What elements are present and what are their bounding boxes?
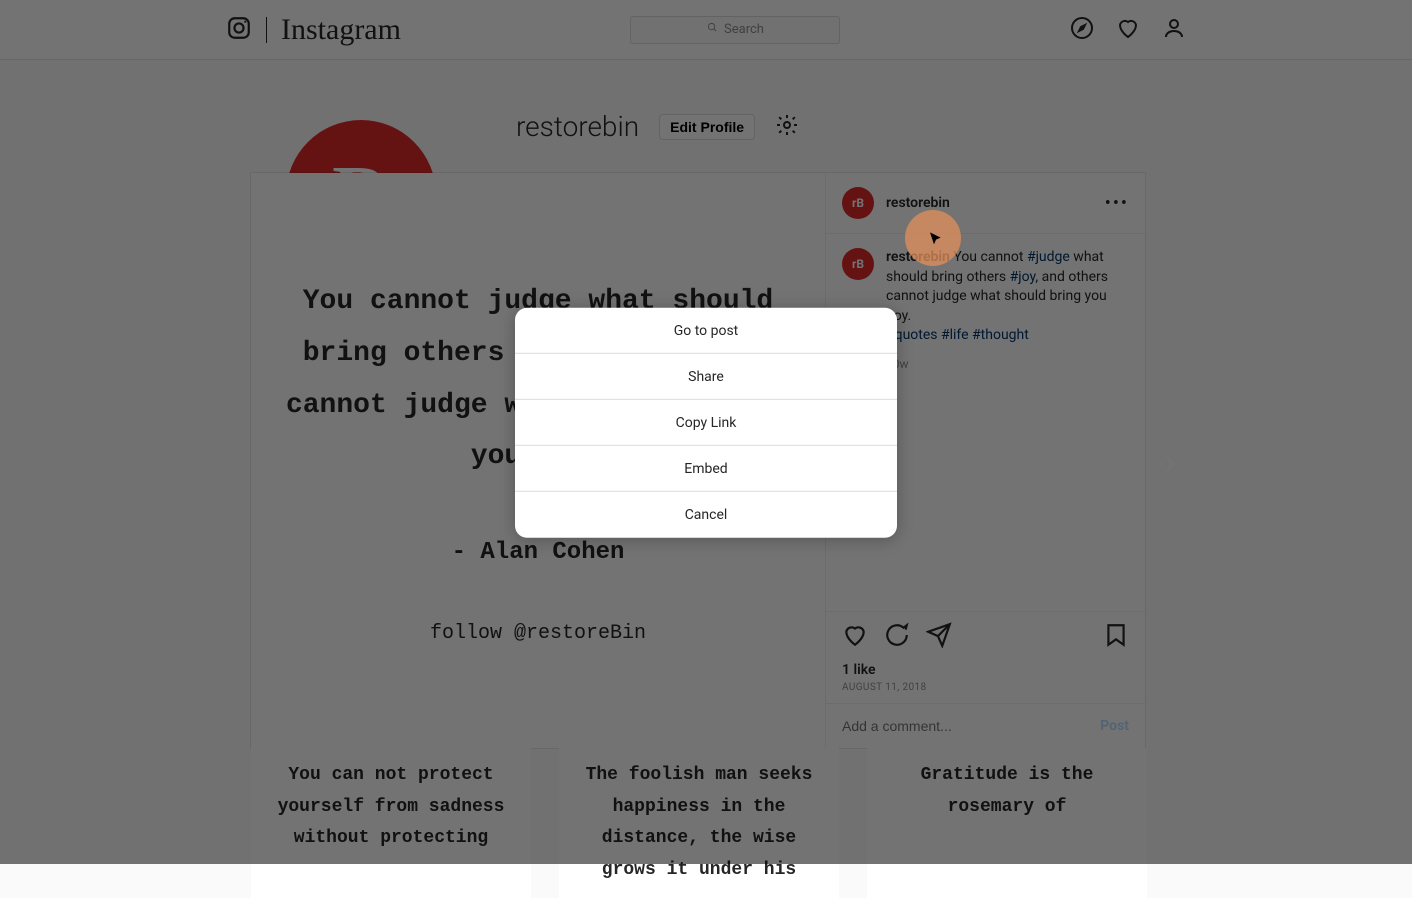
option-copy-link[interactable]: Copy Link bbox=[515, 400, 897, 446]
option-go-to-post[interactable]: Go to post bbox=[515, 308, 897, 354]
post-options-dialog: Go to post Share Copy Link Embed Cancel bbox=[515, 308, 897, 538]
option-cancel[interactable]: Cancel bbox=[515, 492, 897, 538]
option-share[interactable]: Share bbox=[515, 354, 897, 400]
option-embed[interactable]: Embed bbox=[515, 446, 897, 492]
